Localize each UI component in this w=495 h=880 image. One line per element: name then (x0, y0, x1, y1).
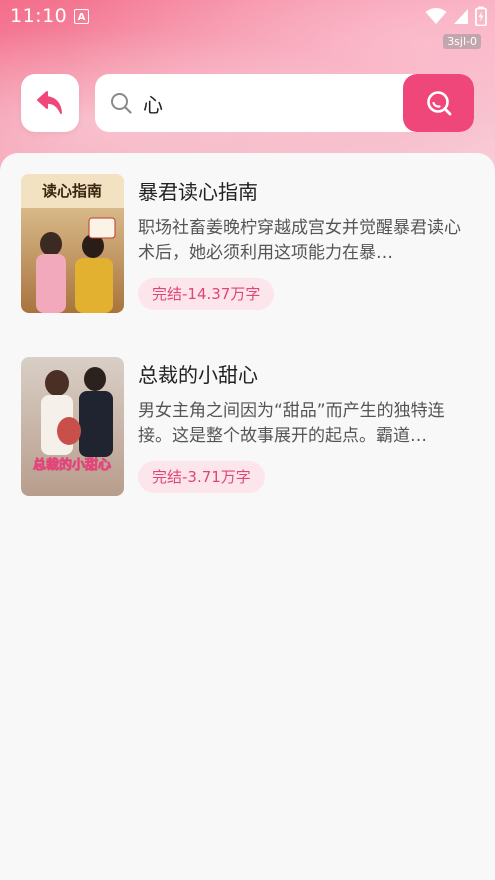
cover-title: 读心指南 (42, 182, 102, 200)
signal-icon (454, 9, 468, 24)
search-button[interactable] (403, 74, 474, 132)
search-bar (95, 74, 474, 132)
status-bar: 11:10 A (0, 0, 495, 34)
book-cover: 读心指南 (21, 174, 124, 313)
status-icons (425, 6, 487, 26)
book-status-badge: 完结-14.37万字 (138, 278, 275, 310)
back-arrow-icon (37, 91, 62, 114)
book-item[interactable]: 读心指南 暴君读心指南 职场社畜姜晚柠穿越成宫女并觉醒暴君读心术后，她必须利用这… (21, 174, 481, 314)
book-cover: 总裁的小甜心 (21, 357, 124, 496)
book-description: 男女主角之间因为“甜品”而产生的独特连接。这是整个故事展开的起点。霸道… (138, 401, 445, 446)
book-description: 职场社畜姜晚柠穿越成宫女并觉醒暴君读心术后，她必须利用这项能力在暴… (138, 218, 461, 263)
book-title[interactable]: 总裁的小甜心 (138, 359, 258, 388)
corner-tag: 3sjl-0 (443, 34, 481, 49)
search-results: 读心指南 暴君读心指南 职场社畜姜晚柠穿越成宫女并觉醒暴君读心术后，她必须利用这… (0, 153, 495, 880)
notification-a-icon: A (74, 9, 89, 24)
search-icon (111, 93, 132, 114)
status-time: 11:10 (10, 5, 68, 27)
book-status-badge: 完结-3.71万字 (138, 461, 265, 493)
search-icon (426, 91, 451, 116)
search-input[interactable] (143, 74, 393, 132)
battery-icon (475, 6, 487, 26)
book-item[interactable]: 总裁的小甜心 总裁的小甜心 男女主角之间因为“甜品”而产生的独特连接。这是整个故… (21, 357, 481, 497)
wifi-icon (425, 8, 447, 24)
book-title[interactable]: 暴君读心指南 (138, 176, 258, 205)
back-button[interactable] (21, 74, 79, 132)
cover-title: 总裁的小甜心 (33, 457, 111, 473)
